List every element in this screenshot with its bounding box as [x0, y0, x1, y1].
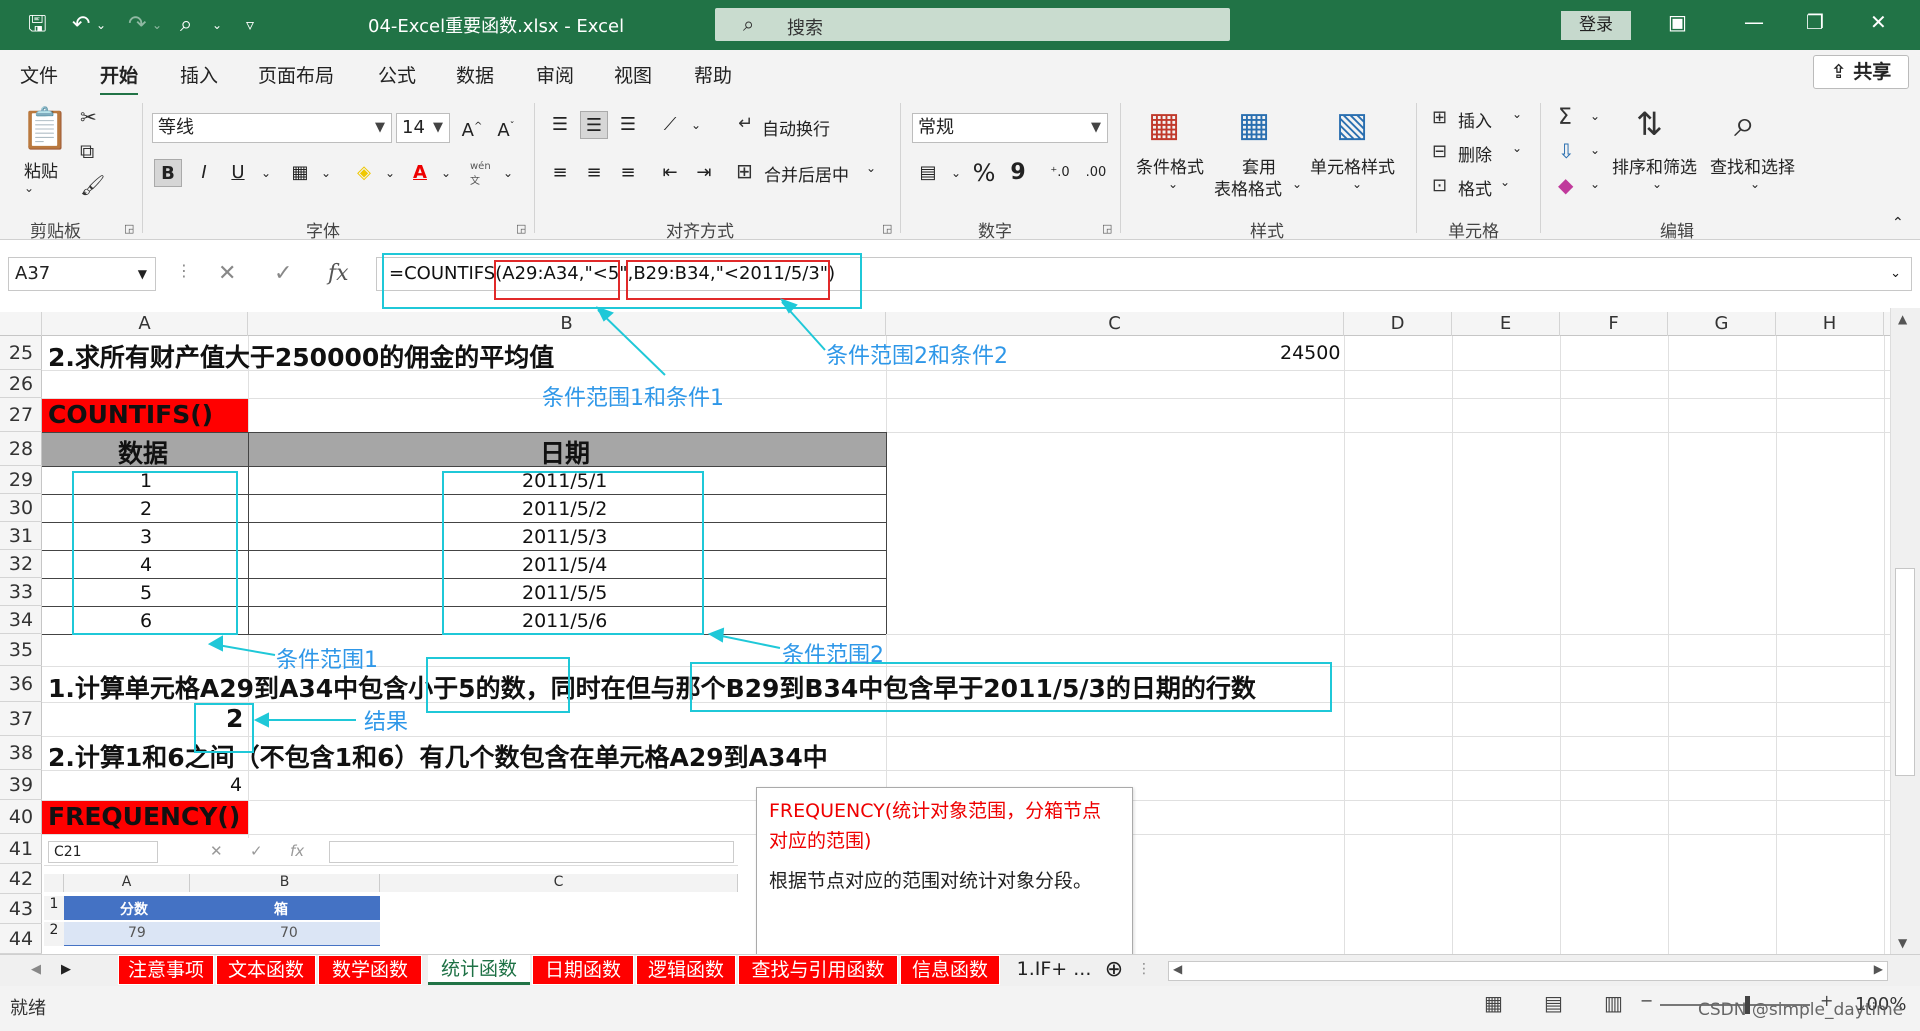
annotation-result: 结果 [364, 710, 409, 735]
vertical-scrollbar[interactable]: ▲ ▼ [1890, 308, 1920, 954]
mini-header-score: 分数 [120, 902, 148, 918]
comment-description: 根据节点对应的范围对统计对象分段。 [769, 870, 1093, 892]
sheet-tab-if[interactable]: 1.IF+ ... [1012, 955, 1096, 985]
annotation-cond2: 条件范围2和条件2 [826, 344, 1008, 369]
sheet-tab-date-functions[interactable]: 日期函数 [532, 955, 634, 985]
sheet-tab-math-functions[interactable]: 数学函数 [318, 955, 422, 985]
prev-sheet-icon[interactable]: ◀ [26, 955, 46, 985]
status-ready: 就绪 [10, 998, 46, 1019]
sheet-tab-stats-functions[interactable]: 统计函数 [428, 955, 530, 985]
mini-name-box: C21 [48, 841, 158, 863]
scroll-up-icon[interactable]: ▲ [1898, 312, 1907, 326]
scroll-down-icon[interactable]: ▼ [1898, 936, 1907, 950]
mini-enter-icon: ✓ [250, 842, 263, 860]
mini-col-c: C [380, 874, 738, 892]
mini-corner [44, 874, 64, 892]
vertical-scroll-thumb[interactable] [1895, 568, 1915, 776]
sheet-tab-logic-functions[interactable]: 逻辑函数 [636, 955, 736, 985]
mini-cancel-icon: ✕ [210, 842, 223, 860]
mini-formula-bar: C21 ✕ ✓ fx [44, 838, 738, 866]
annotation-cond1: 条件范围1和条件1 [542, 386, 724, 411]
cell-comment: FREQUENCY(统计对象范围，分箱节点对应的范围) 根据节点对应的范围对统计… [756, 787, 1133, 957]
scroll-right-icon[interactable]: ▶ [1874, 962, 1883, 976]
horizontal-scrollbar[interactable]: ◀ ▶ [1168, 961, 1888, 981]
next-sheet-icon[interactable]: ▶ [56, 955, 76, 985]
page-break-view-icon[interactable]: ▥ [1604, 991, 1623, 1015]
mini-col-a: A [64, 874, 190, 892]
mini-row-num: 1 [44, 896, 64, 920]
embedded-screenshot: C21 ✕ ✓ fx A B C 1 分数 箱 2 79 70 [44, 838, 738, 954]
annotation-range1: 条件范围1 [276, 648, 378, 673]
mini-fx-icon: fx [290, 842, 305, 860]
sheet-tab-info-functions[interactable]: 信息函数 [900, 955, 1000, 985]
sheet-tab-text-functions[interactable]: 文本函数 [216, 955, 316, 985]
normal-view-icon[interactable]: ▦ [1484, 991, 1503, 1015]
sheet-tab-notes[interactable]: 注意事项 [118, 955, 214, 985]
zoom-out-icon[interactable]: − [1640, 991, 1653, 1010]
mini-col-b: B [190, 874, 380, 892]
comment-syntax: FREQUENCY(统计对象范围，分箱节点对应的范围) [769, 800, 1102, 852]
watermark: CSDN @simple_daytime [1698, 1000, 1904, 1020]
mini-row-num: 2 [44, 922, 64, 946]
mini-cell-bin: 70 [280, 925, 298, 941]
mini-formula-input [329, 841, 734, 863]
tab-split-icon[interactable]: ⋮ [1134, 955, 1154, 985]
add-sheet-icon[interactable]: ⊕ [1100, 955, 1128, 985]
annotation-range2: 条件范围2 [782, 643, 884, 668]
status-bar: 就绪 ▦ ▤ ▥ − + 100% [0, 986, 1920, 1031]
mini-cell-score: 79 [128, 925, 146, 941]
mini-header-bin: 箱 [274, 902, 288, 918]
sheet-tab-lookup-functions[interactable]: 查找与引用函数 [738, 955, 898, 985]
excel-window: 🖫 ↶ ⌄ ↷ ⌄ ⌕ ⌄ ▿ 04-Excel重要函数.xlsx - Exce… [0, 0, 1920, 1031]
scroll-left-icon[interactable]: ◀ [1173, 962, 1182, 976]
sheet-tab-bar: ◀ ▶ 注意事项 文本函数 数学函数 统计函数 日期函数 逻辑函数 查找与引用函… [0, 954, 1920, 986]
page-layout-view-icon[interactable]: ▤ [1544, 991, 1563, 1015]
